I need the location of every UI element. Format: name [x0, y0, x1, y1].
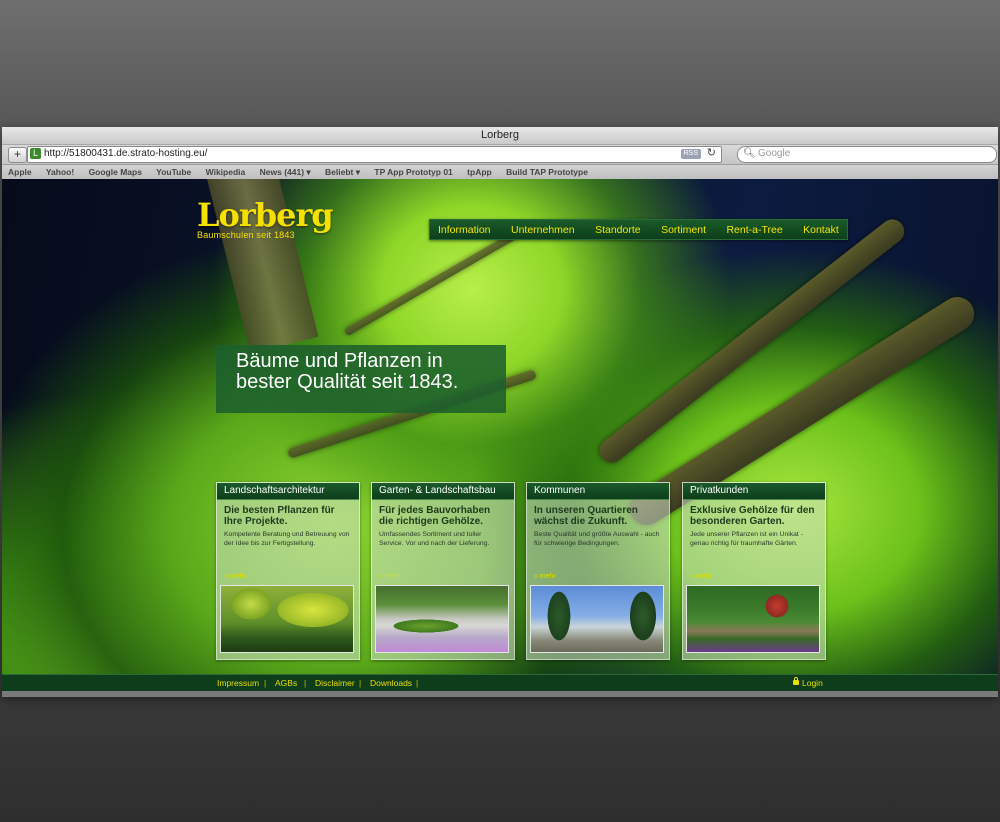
lock-icon [793, 677, 799, 685]
card-body: Die besten Pflanzen für Ihre Projekte. K… [217, 500, 359, 548]
card-more-link[interactable]: » mehr [379, 573, 401, 580]
card-header[interactable]: Kommunen [527, 483, 669, 500]
card-title: In unseren Quartieren wächst die Zukunft… [534, 505, 638, 527]
url-text[interactable]: http://51800431.de.strato-hosting.eu/ [44, 148, 207, 159]
footer-separator: | [264, 678, 267, 688]
bookmark-apple[interactable]: Apple [8, 167, 32, 177]
card-text: Kompetente Beratung und Betreuung von de… [224, 531, 350, 547]
browser-window: Lorberg + L http://51800431.de.strato-ho… [2, 127, 998, 697]
website-viewport: Lorberg Baumschulen seit 1843 Informatio… [2, 179, 998, 697]
bookmark-youtube[interactable]: YouTube [156, 167, 191, 177]
footer-separator: | [416, 678, 419, 688]
lorberg-logo[interactable]: Lorberg Baumschulen seit 1843 [197, 196, 334, 240]
nav-item-rent-a-tree[interactable]: Rent-a-Tree [718, 221, 790, 240]
card-more-link[interactable]: » mehr [224, 573, 246, 580]
address-bar[interactable]: L http://51800431.de.strato-hosting.eu/ … [27, 146, 722, 163]
card-header[interactable]: Garten- & Landschaftsbau [372, 483, 514, 500]
main-navigation: Information Unternehmen Standorte Sortim… [429, 219, 848, 240]
footer-link-disclaimer[interactable]: Disclaimer [315, 675, 355, 692]
card-body: Für jedes Bauvorhaben die richtigen Gehö… [372, 500, 514, 548]
bookmarks-bar: Apple Yahoo! Google Maps YouTube Wikiped… [2, 165, 998, 180]
site-footer: Impressum | AGBs | Disclaimer | Download… [2, 674, 998, 692]
rss-badge[interactable]: RSS [680, 149, 701, 159]
card-title: Für jedes Bauvorhaben die richtigen Gehö… [379, 505, 491, 527]
card-text: Beste Qualität und größte Auswahl - auch… [534, 531, 660, 547]
nav-item-information[interactable]: Information [430, 221, 499, 240]
bookmark-google-maps[interactable]: Google Maps [89, 167, 142, 177]
card-title: Die besten Pflanzen für Ihre Projekte. [224, 505, 335, 527]
add-bookmark-button[interactable]: + [8, 147, 27, 163]
window-title: Lorberg [2, 127, 998, 145]
card-garten-landschaftsbau[interactable]: Garten- & Landschaftsbau Für jedes Bauvo… [371, 482, 515, 660]
browser-bottom-edge [2, 691, 998, 697]
card-body: In unseren Quartieren wächst die Zukunft… [527, 500, 669, 548]
card-header[interactable]: Landschaftsarchitektur [217, 483, 359, 500]
reload-icon[interactable]: ↻ [707, 146, 716, 159]
bookmark-news[interactable]: News (441) ▾ [260, 167, 311, 177]
hero-line-2: bester Qualität seit 1843. [236, 371, 459, 393]
bookmark-wikipedia[interactable]: Wikipedia [206, 167, 246, 177]
search-icon: 🔍︎ [743, 148, 756, 159]
card-text: Umfassendes Sortiment und toller Service… [379, 531, 490, 547]
footer-link-agbs[interactable]: AGBs [275, 675, 297, 692]
card-more-link[interactable]: » mehr [690, 573, 712, 580]
nav-item-kontakt[interactable]: Kontakt [795, 221, 847, 240]
card-landschaftsarchitektur[interactable]: Landschaftsarchitektur Die besten Pflanz… [216, 482, 360, 660]
hero-line-1: Bäume und Pflanzen in [236, 350, 443, 372]
footer-separator: | [359, 678, 362, 688]
card-kommunen[interactable]: Kommunen In unseren Quartieren wächst di… [526, 482, 670, 660]
footer-login-link[interactable]: Login [802, 675, 823, 692]
footer-separator: | [304, 678, 307, 688]
footer-link-downloads[interactable]: Downloads [370, 675, 412, 692]
bookmark-tp-app-prototyp[interactable]: TP App Prototyp 01 [374, 167, 452, 177]
card-image[interactable] [530, 585, 664, 653]
nav-item-unternehmen[interactable]: Unternehmen [503, 221, 583, 240]
search-placeholder: Google [758, 148, 791, 159]
card-body: Exklusive Gehölze für den besonderen Gar… [683, 500, 825, 548]
logo-wordmark: Lorberg [197, 196, 334, 234]
footer-link-impressum[interactable]: Impressum [217, 675, 259, 692]
tree-branch-decoration [343, 229, 521, 337]
nav-item-standorte[interactable]: Standorte [587, 221, 649, 240]
card-image[interactable] [375, 585, 509, 653]
bookmark-tpapp[interactable]: tpApp [467, 167, 492, 177]
site-favicon-icon: L [30, 148, 41, 159]
nav-item-sortiment[interactable]: Sortiment [653, 221, 714, 240]
bookmark-beliebt[interactable]: Beliebt ▾ [325, 167, 360, 177]
hero-banner: Bäume und Pflanzen in bester Qualität se… [216, 345, 506, 413]
card-title: Exklusive Gehölze für den besonderen Gar… [690, 505, 815, 527]
card-image[interactable] [686, 585, 820, 653]
card-privatkunden[interactable]: Privatkunden Exklusive Gehölze für den b… [682, 482, 826, 660]
search-input[interactable]: 🔍︎ Google [737, 146, 997, 163]
card-more-link[interactable]: » mehr [534, 573, 556, 580]
card-image[interactable] [220, 585, 354, 653]
bookmark-build-tap-prototype[interactable]: Build TAP Prototype [506, 167, 588, 177]
card-header[interactable]: Privatkunden [683, 483, 825, 500]
card-text: Jede unserer Pflanzen ist ein Unikat - g… [690, 531, 803, 547]
bookmark-yahoo[interactable]: Yahoo! [46, 167, 74, 177]
browser-toolbar: + L http://51800431.de.strato-hosting.eu… [2, 145, 998, 165]
